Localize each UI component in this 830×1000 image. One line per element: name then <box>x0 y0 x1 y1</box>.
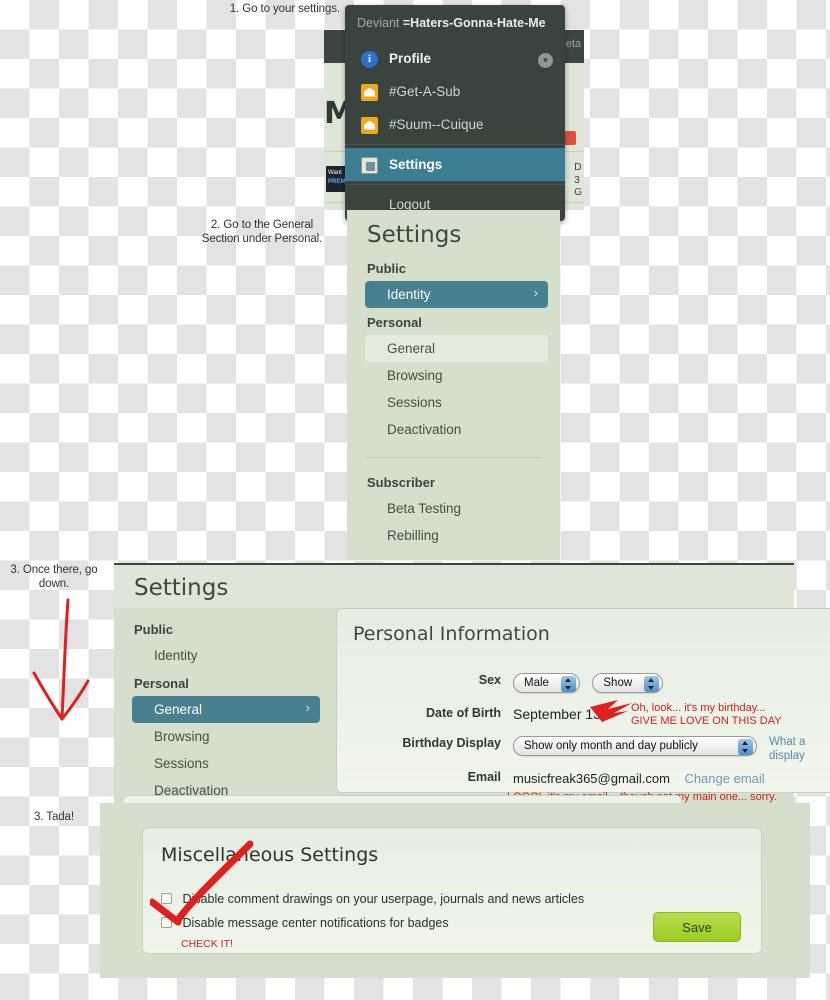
field-sex: Male Show <box>513 673 664 693</box>
checkbox-row-message-center[interactable]: Disable message center notifications for… <box>161 916 449 930</box>
field-email: musicfreak365@gmail.com Change email <box>513 770 765 788</box>
home-icon <box>361 83 378 101</box>
sidebar-item-beta-testing[interactable]: Beta Testing <box>365 495 548 522</box>
deviant-username: =Haters-Gonna-Hate-Me <box>402 16 546 30</box>
settings-panel-bottom: Settings Public Identity Personal Genera… <box>114 563 830 804</box>
stepper-icon[interactable] <box>738 739 753 755</box>
deviant-dropdown-menu[interactable]: Deviant =Haters-Gonna-Hate-Me ▼ i Profil… <box>345 5 565 221</box>
settings-panel-top: Settings Public Identity Personal Genera… <box>347 210 560 560</box>
annotation-step-3: 3. Once there, go down. <box>10 564 98 591</box>
sex-select[interactable]: Male <box>513 673 580 693</box>
menu-divider <box>345 144 565 145</box>
birthday-annotation-line2: GIVE ME LOVE ON THIS DAY <box>631 715 782 728</box>
sidebar-item-sessions[interactable]: Sessions <box>132 750 320 777</box>
sex-visibility-select[interactable]: Show <box>592 673 664 693</box>
sidebar-item-browsing[interactable]: Browsing <box>365 362 548 389</box>
settings-sidebar: Public Identity Personal General Browsin… <box>114 615 334 804</box>
home-icon <box>361 116 378 134</box>
deviant-menu-header[interactable]: Deviant =Haters-Gonna-Hate-Me ▼ <box>345 5 565 68</box>
personal-information-card: Personal Information Sex Male Show Date … <box>336 608 830 803</box>
birthday-display-value: Show only month and day publicly <box>524 740 698 752</box>
hint-line2: display <box>769 750 805 763</box>
menu-divider <box>345 184 565 185</box>
right-column-text: D3G <box>574 162 582 198</box>
sex-select-value: Male <box>524 677 549 689</box>
birthday-annotation: Oh, look... it's my birthday... GIVE ME … <box>631 702 830 729</box>
info-icon: i <box>361 50 378 68</box>
label-date-of-birth: Date of Birth <box>426 706 501 720</box>
stepper-icon[interactable] <box>644 676 660 692</box>
checkbox-row-comment-drawings[interactable]: Disable comment drawings on your userpag… <box>161 892 584 906</box>
label-email: Email <box>467 770 501 784</box>
deviant-prefix-label: Deviant <box>357 16 400 30</box>
nav-group-public: Public <box>134 622 174 637</box>
birthday-display-hint: What a display <box>769 735 830 763</box>
menu-item-get-a-sub[interactable]: #Get-A-Sub <box>345 75 565 108</box>
sidebar-item-rebilling[interactable]: Rebilling <box>365 522 548 549</box>
sidebar-divider <box>367 457 542 458</box>
page-title: Settings <box>134 575 229 601</box>
sidebar-item-general[interactable]: General <box>132 696 320 723</box>
settings-icon <box>361 156 378 174</box>
sex-visibility-value: Show <box>603 677 633 689</box>
menu-item-label: Settings <box>389 157 443 172</box>
menu-item-profile[interactable]: i Profile <box>345 42 565 75</box>
menu-item-suum-cuique[interactable]: #Suum--Cuique <box>345 108 565 141</box>
menu-item-label: #Get-A-Sub <box>389 84 461 99</box>
page-title: Settings <box>367 222 462 248</box>
annotation-step-1: 1. Go to your settings. <box>229 3 340 15</box>
hint-line1: What a <box>769 736 806 748</box>
label-birthday-display: Birthday Display <box>402 736 501 750</box>
red-arrow-icon <box>32 598 90 721</box>
sidebar-item-browsing[interactable]: Browsing <box>132 723 320 750</box>
date-of-birth-value: September 13, <box>513 706 605 722</box>
field-date-of-birth: September 13, <box>513 706 605 724</box>
sidebar-item-general[interactable]: General <box>365 335 548 362</box>
label-sex: Sex <box>478 673 501 687</box>
sidebar-item-identity[interactable]: Identity <box>365 281 548 308</box>
nav-group-personal: Personal <box>134 676 189 691</box>
promo-line-1: Want <box>328 170 342 176</box>
card-title: Personal Information <box>353 623 550 645</box>
sidebar-item-deactivation[interactable]: Deactivation <box>365 416 548 443</box>
checkbox-icon[interactable] <box>161 893 172 904</box>
misc-settings-panel: Miscellaneous Settings Disable comment d… <box>100 803 810 978</box>
birthday-display-select[interactable]: Show only month and day publicly <box>513 736 757 756</box>
birthday-annotation-line1: Oh, look... it's my birthday... <box>631 702 766 714</box>
change-email-link[interactable]: Change email <box>684 771 764 786</box>
email-value: musicfreak365@gmail.com <box>513 771 670 786</box>
menu-item-label: #Suum--Cuique <box>389 117 484 132</box>
sidebar-item-identity[interactable]: Identity <box>132 642 320 669</box>
annotation-step-4: 3. Tada! <box>34 811 74 823</box>
menu-item-settings[interactable]: Settings <box>345 148 565 181</box>
field-birthday-display: Show only month and day publicly <box>513 736 757 756</box>
menu-item-label: Profile <box>389 51 432 66</box>
save-button[interactable]: Save <box>653 912 741 942</box>
check-it-annotation: CHECK IT! <box>181 938 233 950</box>
stepper-icon[interactable] <box>560 676 576 692</box>
checkbox-icon[interactable] <box>161 917 172 928</box>
sidebar-item-sessions[interactable]: Sessions <box>365 389 548 416</box>
miscellaneous-settings-card: Miscellaneous Settings Disable comment d… <box>142 827 762 954</box>
card-title: Miscellaneous Settings <box>161 844 379 866</box>
nav-group-personal: Personal <box>367 315 422 330</box>
nav-group-public: Public <box>367 261 407 276</box>
annotation-step-2: 2. Go to the General Section under Perso… <box>201 219 323 246</box>
checkbox-label: Disable message center notifications for… <box>182 916 449 930</box>
checkbox-label: Disable comment drawings on your userpag… <box>182 892 585 906</box>
nav-group-subscriber: Subscriber <box>367 475 435 490</box>
